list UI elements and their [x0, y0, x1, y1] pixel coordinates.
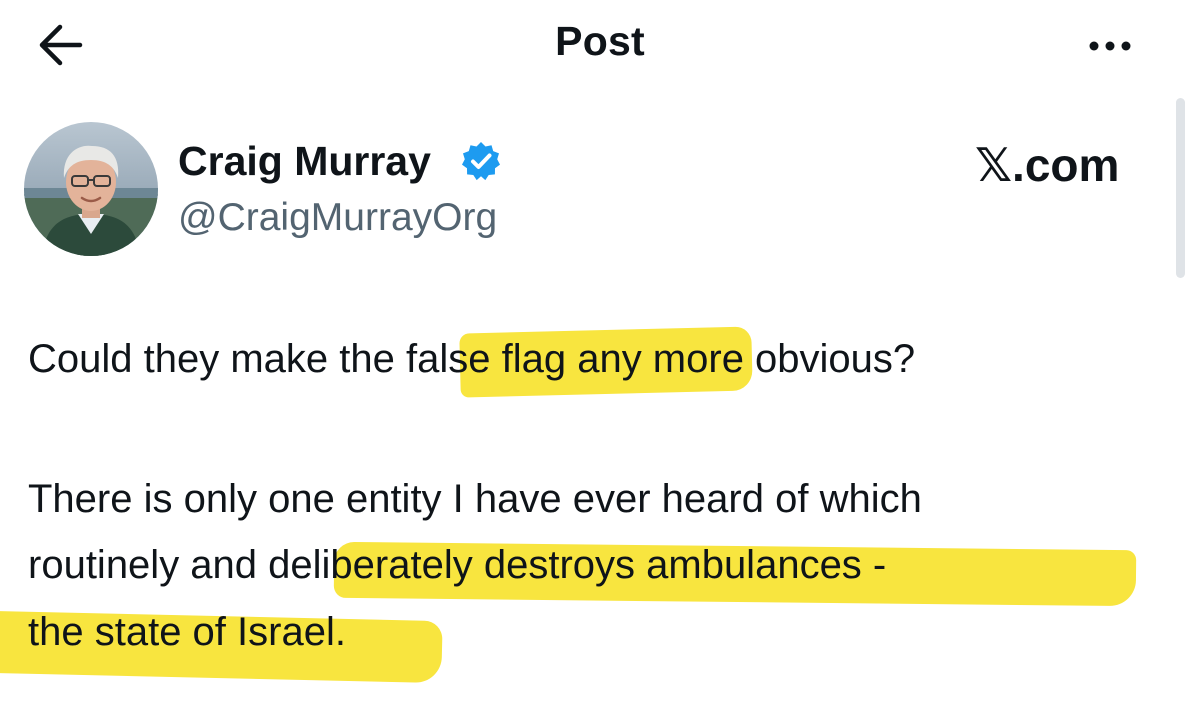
x-com-watermark: 𝕏.com: [975, 139, 1120, 191]
author-handle[interactable]: @CraigMurrayOrg: [178, 196, 497, 240]
post-text-line: Could they make the false flag any more …: [28, 337, 916, 381]
verified-badge-icon: [460, 140, 502, 182]
more-horizontal-icon: [1089, 41, 1131, 51]
post-text-line: the state of Israel.: [28, 610, 346, 654]
more-options-button[interactable]: [1078, 26, 1142, 66]
page-title: Post: [555, 18, 645, 64]
post-text-line: routinely and deliberately destroys ambu…: [28, 543, 887, 587]
avatar[interactable]: [24, 122, 158, 256]
scrollbar-thumb[interactable]: [1176, 98, 1185, 278]
post-text-line: There is only one entity I have ever hea…: [28, 477, 922, 521]
author-display-name[interactable]: Craig Murray: [178, 138, 431, 185]
